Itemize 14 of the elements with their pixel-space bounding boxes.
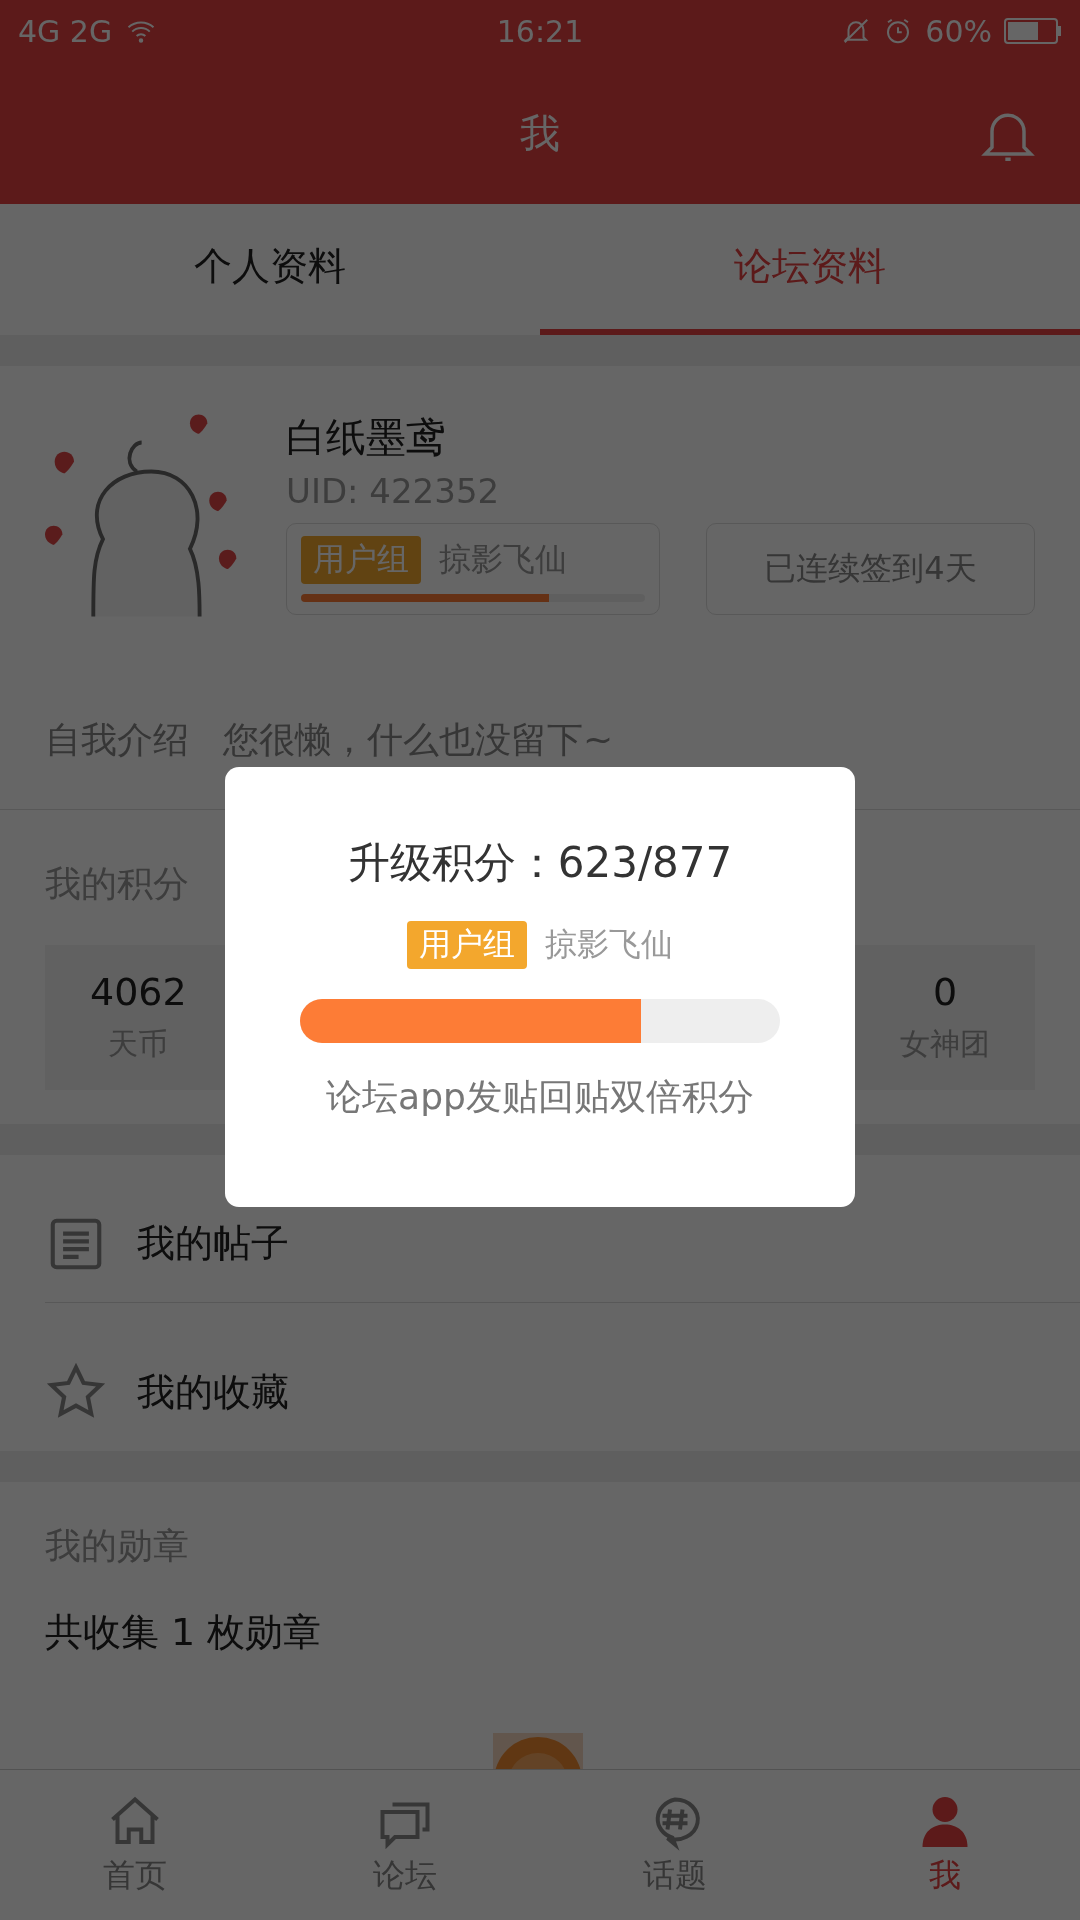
user-name: 白纸墨鸢 bbox=[286, 413, 447, 462]
battery-percent: 60% bbox=[925, 13, 992, 49]
stat-value: 0 bbox=[932, 970, 958, 1014]
stat-value: 4062 bbox=[90, 970, 187, 1014]
battery-icon bbox=[1004, 17, 1062, 45]
clock-time: 16:21 bbox=[496, 13, 584, 49]
dialog-note: 论坛app发贴回贴双倍积分 bbox=[326, 1075, 754, 1119]
page-title: 我 bbox=[520, 108, 560, 158]
group-tag: 用户组 bbox=[407, 921, 527, 969]
medal-summary: 共收集 1 枚勋章 bbox=[45, 1609, 322, 1656]
group-name: 掠影飞仙 bbox=[545, 924, 673, 965]
network-indicator: 4G 2G bbox=[18, 13, 113, 49]
dialog-title: 升级积分：623/877 bbox=[347, 837, 733, 889]
group-tag: 用户组 bbox=[301, 536, 421, 584]
